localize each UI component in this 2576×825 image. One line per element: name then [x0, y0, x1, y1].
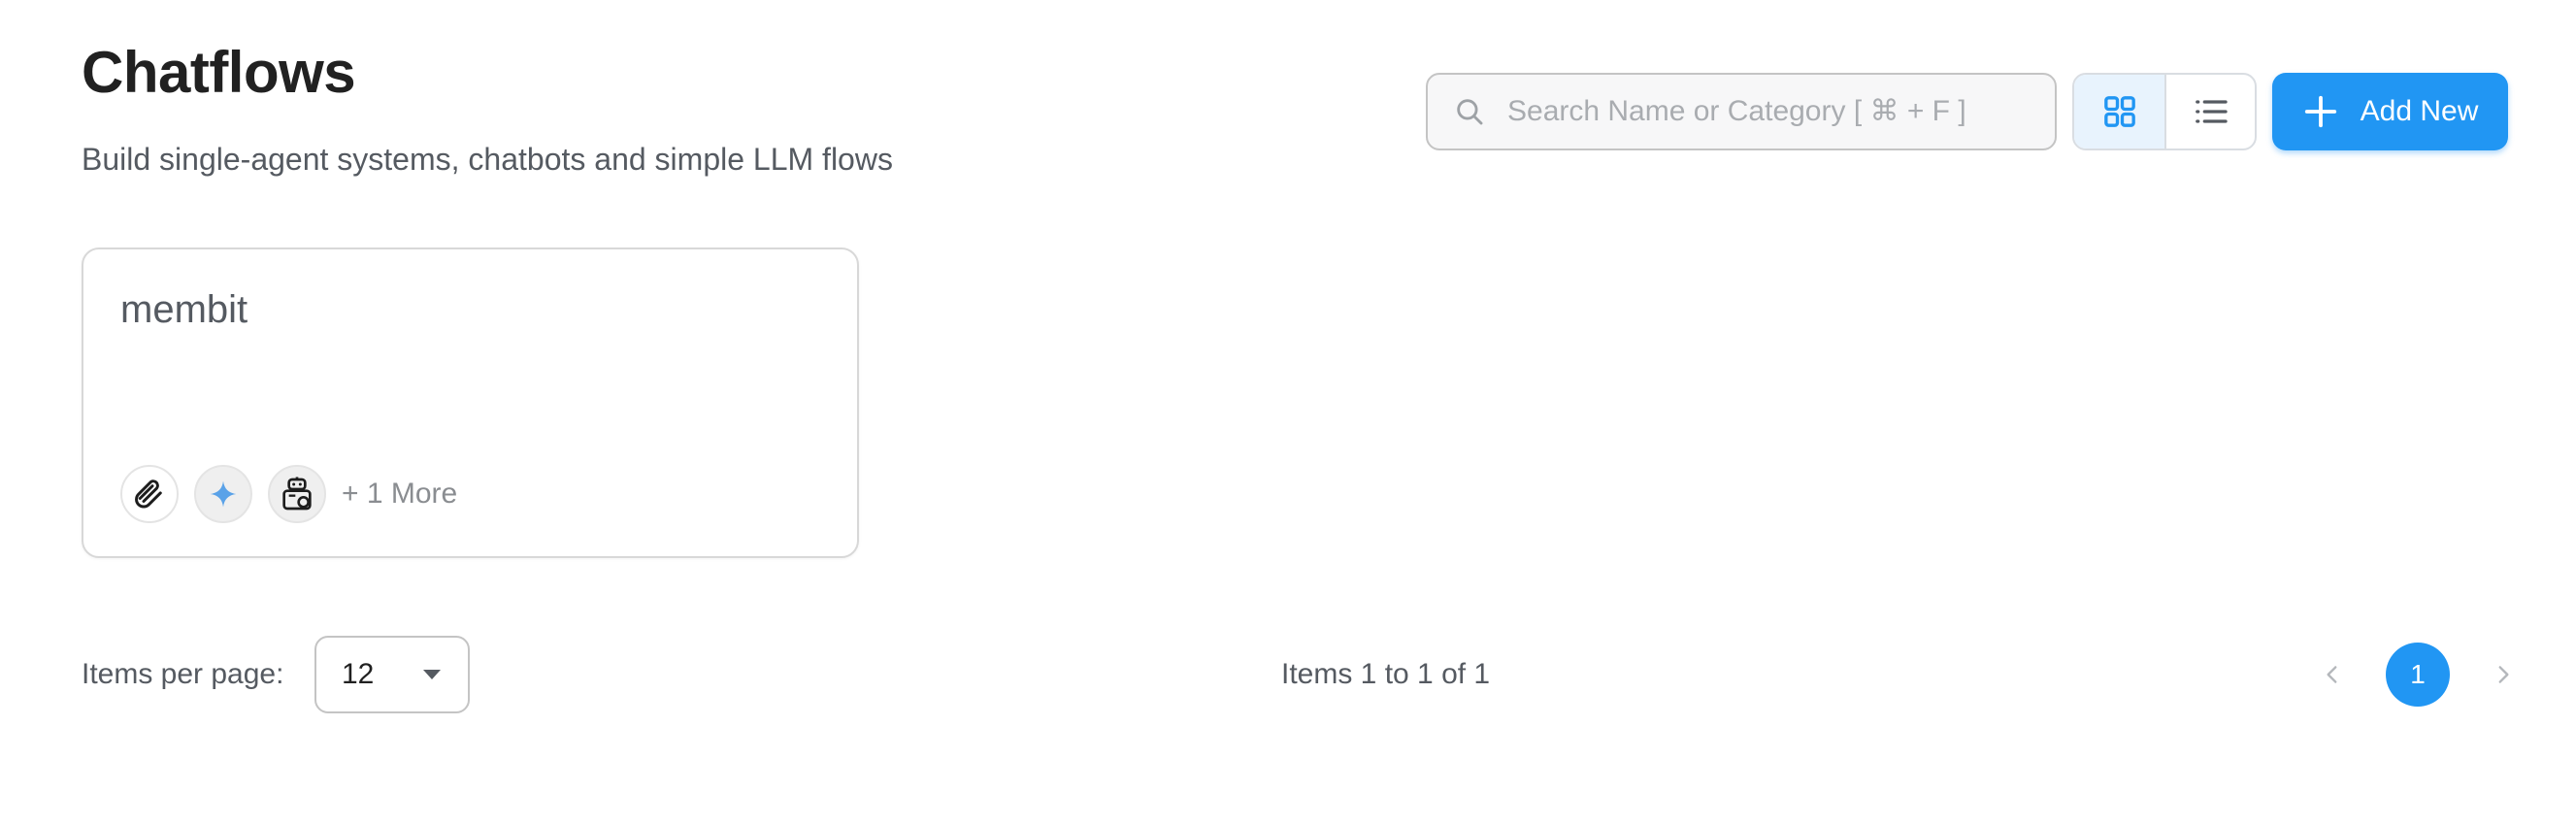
chatflows-page: Chatflows Build single-agent systems, ch…	[0, 0, 2576, 825]
chevron-left-icon	[2327, 666, 2337, 683]
caret-down-icon	[423, 670, 441, 679]
list-icon	[2195, 100, 2228, 123]
robot-icon	[268, 465, 326, 523]
page-subtitle: Build single-agent systems, chatbots and…	[82, 142, 893, 177]
sparkle-icon	[194, 465, 252, 523]
search-input[interactable]	[1507, 95, 2031, 128]
node-icons: + 1 More	[120, 465, 457, 523]
search-box[interactable]	[1426, 73, 2057, 150]
add-new-button[interactable]: Add New	[2272, 73, 2508, 150]
grid-view-button[interactable]	[2074, 75, 2164, 148]
chevron-right-icon	[2498, 666, 2509, 683]
paperclip-icon	[120, 465, 179, 523]
items-per-page-value: 12	[342, 658, 375, 690]
list-view-button[interactable]	[2164, 75, 2255, 148]
prev-page-button[interactable]	[2300, 643, 2364, 707]
chatflow-name: membit	[120, 288, 248, 331]
page-title: Chatflows	[82, 40, 356, 105]
search-icon	[1457, 99, 1483, 125]
plus-icon	[2304, 95, 2336, 128]
add-new-label: Add New	[2360, 95, 2479, 127]
chatflow-card[interactable]: membit + 1 More	[82, 248, 859, 558]
view-toggle	[2072, 73, 2257, 150]
next-page-button[interactable]	[2471, 643, 2535, 707]
page-button-current[interactable]: 1	[2386, 643, 2450, 707]
pagination: 1	[2300, 643, 2535, 707]
grid-icon	[2103, 96, 2135, 127]
items-per-page-label: Items per page:	[82, 658, 284, 690]
items-summary: Items 1 to 1 of 1	[1281, 658, 1491, 690]
more-nodes-label: + 1 More	[342, 478, 458, 510]
items-per-page-select[interactable]: 12	[314, 636, 470, 713]
